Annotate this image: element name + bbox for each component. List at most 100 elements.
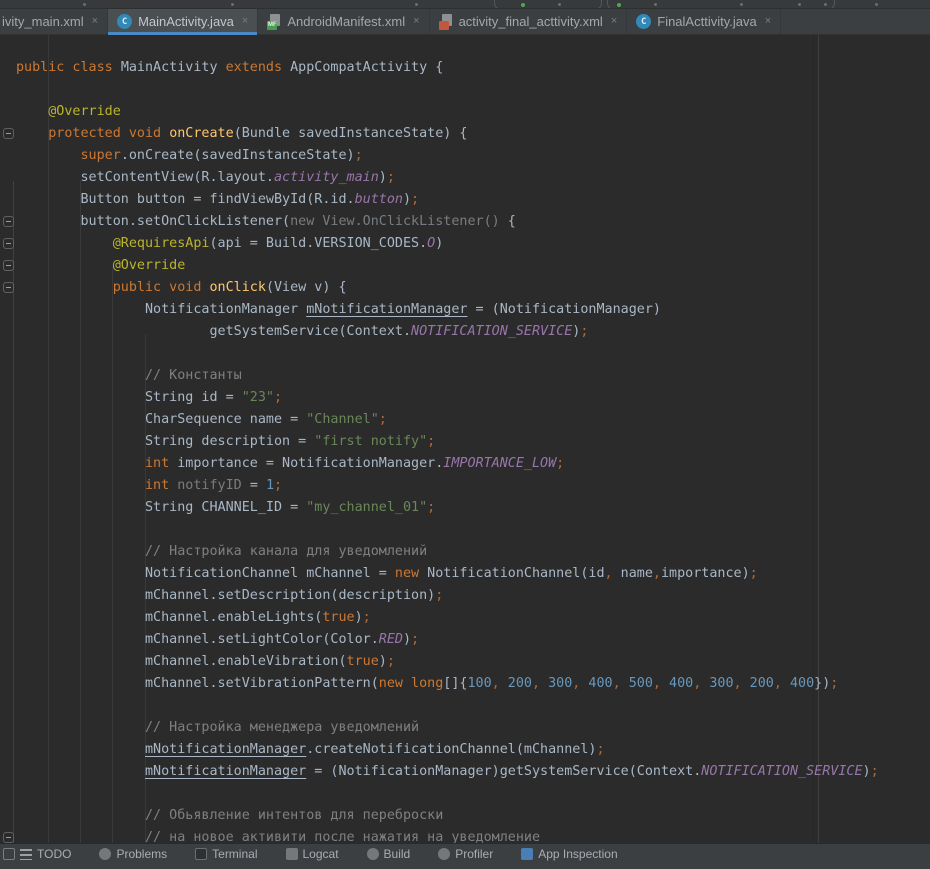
code-line: String CHANNEL_ID = "my_channel_01"; <box>16 497 879 519</box>
tab-label: MainActivity.java <box>138 14 234 29</box>
statusbar-item-app-inspection[interactable]: App Inspection <box>521 847 617 861</box>
status-bar-items: TODO Problems Terminal Logcat Build Profiler A… <box>20 847 618 861</box>
statusbar-item-logcat[interactable]: Logcat <box>286 847 339 861</box>
toolbar-dot <box>824 3 827 6</box>
toolbar-dot <box>875 3 878 6</box>
code-line: mChannel.setVibrationPattern(new long[]{… <box>16 673 879 695</box>
java-class-icon: C <box>636 14 651 29</box>
tab-close-icon[interactable]: × <box>765 16 771 27</box>
fold-collapse-icon[interactable] <box>3 282 14 293</box>
code-line: setContentView(R.layout.activity_main); <box>16 167 879 189</box>
code-line: String description = "first notify"; <box>16 431 879 453</box>
code-line: protected void onCreate(Bundle savedInst… <box>16 123 879 145</box>
toolbar-dot <box>83 3 86 6</box>
statusbar-item-profiler[interactable]: Profiler <box>438 847 493 861</box>
logcat-icon <box>286 848 298 860</box>
statusbar-item-problems[interactable]: Problems <box>99 847 167 861</box>
status-bar: TODO Problems Terminal Logcat Build Profiler A… <box>0 843 930 869</box>
toolbar-dot <box>798 3 801 6</box>
todo-icon <box>20 849 32 860</box>
code-line: NotificationChannel mChannel = new Notif… <box>16 563 879 585</box>
toolbar-dot <box>740 3 743 6</box>
code-area[interactable]: public class MainActivity extends AppCom… <box>16 35 879 843</box>
tab-activity-final-acttivity-xml[interactable]: activity_final_acttivity.xml × <box>430 9 628 34</box>
fold-collapse-icon[interactable] <box>3 238 14 249</box>
code-line: // Настройка канала для уведомлений <box>16 541 879 563</box>
tab-mainactivity-java[interactable]: C MainActivity.java × <box>108 9 258 34</box>
tab-close-icon[interactable]: × <box>413 16 419 27</box>
code-line: mNotificationManager.createNotificationC… <box>16 739 879 761</box>
code-line: button.setOnClickListener(new View.OnCli… <box>16 211 879 233</box>
fold-region-line <box>13 181 14 843</box>
java-class-icon: C <box>117 14 132 29</box>
code-line: super.onCreate(savedInstanceState); <box>16 145 879 167</box>
code-line: CharSequence name = "Channel"; <box>16 409 879 431</box>
statusbar-item-label: Profiler <box>455 847 493 861</box>
code-line: Button button = findViewById(R.id.button… <box>16 189 879 211</box>
app-inspection-icon <box>521 848 533 860</box>
code-line: mChannel.enableLights(true); <box>16 607 879 629</box>
code-line: public class MainActivity extends AppCom… <box>16 57 879 79</box>
code-line: int notifyID = 1; <box>16 475 879 497</box>
toolbar-dot <box>231 3 234 6</box>
code-line: mChannel.enableVibration(true); <box>16 651 879 673</box>
tab-close-icon[interactable]: × <box>611 16 617 27</box>
fold-collapse-icon[interactable] <box>3 260 14 271</box>
code-line: mChannel.setLightColor(Color.RED); <box>16 629 879 651</box>
tab-label: ivity_main.xml <box>2 14 84 29</box>
tab-ivity-main-xml[interactable]: ivity_main.xml × <box>0 9 108 34</box>
code-line: @Override <box>16 255 879 277</box>
statusbar-item-label: Logcat <box>303 847 339 861</box>
code-line: getSystemService(Context.NOTIFICATION_SE… <box>16 321 879 343</box>
tab-close-icon[interactable]: × <box>92 16 98 27</box>
code-editor[interactable]: public class MainActivity extends AppCom… <box>0 35 930 843</box>
code-line: NotificationManager mNotificationManager… <box>16 299 879 321</box>
file-type-badge: MF <box>267 21 277 30</box>
toolbar-dot <box>415 3 418 6</box>
terminal-icon <box>195 848 207 860</box>
window-layout-icon[interactable] <box>3 848 15 860</box>
code-line: String id = "23"; <box>16 387 879 409</box>
editor-tab-bar: ivity_main.xml × C MainActivity.java × MF Andr… <box>0 9 930 35</box>
code-line: @Override <box>16 101 879 123</box>
manifest-file-icon: MF <box>267 14 281 30</box>
toolbar-dot <box>654 3 657 6</box>
code-line: // Константы <box>16 365 879 387</box>
layout-xml-file-icon <box>439 14 453 30</box>
code-line: @RequiresApi(api = Build.VERSION_CODES.O… <box>16 233 879 255</box>
code-line: // на новое активити после нажатия на ув… <box>16 827 879 843</box>
problems-icon <box>99 848 111 860</box>
code-line: // Настройка менеджера уведомлений <box>16 717 879 739</box>
statusbar-item-label: Terminal <box>212 847 257 861</box>
code-line: // Обьявление интентов для переброски <box>16 805 879 827</box>
fold-collapse-icon[interactable] <box>3 216 14 227</box>
fold-collapse-icon[interactable] <box>3 832 14 843</box>
statusbar-item-terminal[interactable]: Terminal <box>195 847 257 861</box>
code-line <box>16 35 879 57</box>
profiler-icon <box>438 848 450 860</box>
tab-androidmanifest-xml[interactable]: MF AndroidManifest.xml × <box>258 9 429 34</box>
run-status-dot <box>521 3 525 7</box>
tab-label: AndroidManifest.xml <box>287 14 405 29</box>
statusbar-item-label: TODO <box>37 847 71 861</box>
statusbar-item-label: Build <box>384 847 411 861</box>
run-configuration-widget[interactable] <box>494 0 602 9</box>
statusbar-item-label: Problems <box>116 847 167 861</box>
code-line <box>16 783 879 805</box>
fold-collapse-icon[interactable] <box>3 128 14 139</box>
code-line: int importance = NotificationManager.IMP… <box>16 453 879 475</box>
main-toolbar-strip <box>0 0 930 9</box>
tab-label: FinalActtivity.java <box>657 14 756 29</box>
code-line <box>16 695 879 717</box>
tab-label: activity_final_acttivity.xml <box>459 14 603 29</box>
code-line <box>16 519 879 541</box>
tab-close-icon[interactable]: × <box>242 16 248 27</box>
toolbar-dot <box>558 3 561 6</box>
code-line <box>16 79 879 101</box>
statusbar-item-todo[interactable]: TODO <box>20 847 71 861</box>
tab-finalacttivity-java[interactable]: C FinalActtivity.java × <box>627 9 781 34</box>
code-line: public void onClick(View v) { <box>16 277 879 299</box>
statusbar-item-build[interactable]: Build <box>367 847 411 861</box>
run-status-dot <box>617 3 621 7</box>
statusbar-item-label: App Inspection <box>538 847 617 861</box>
